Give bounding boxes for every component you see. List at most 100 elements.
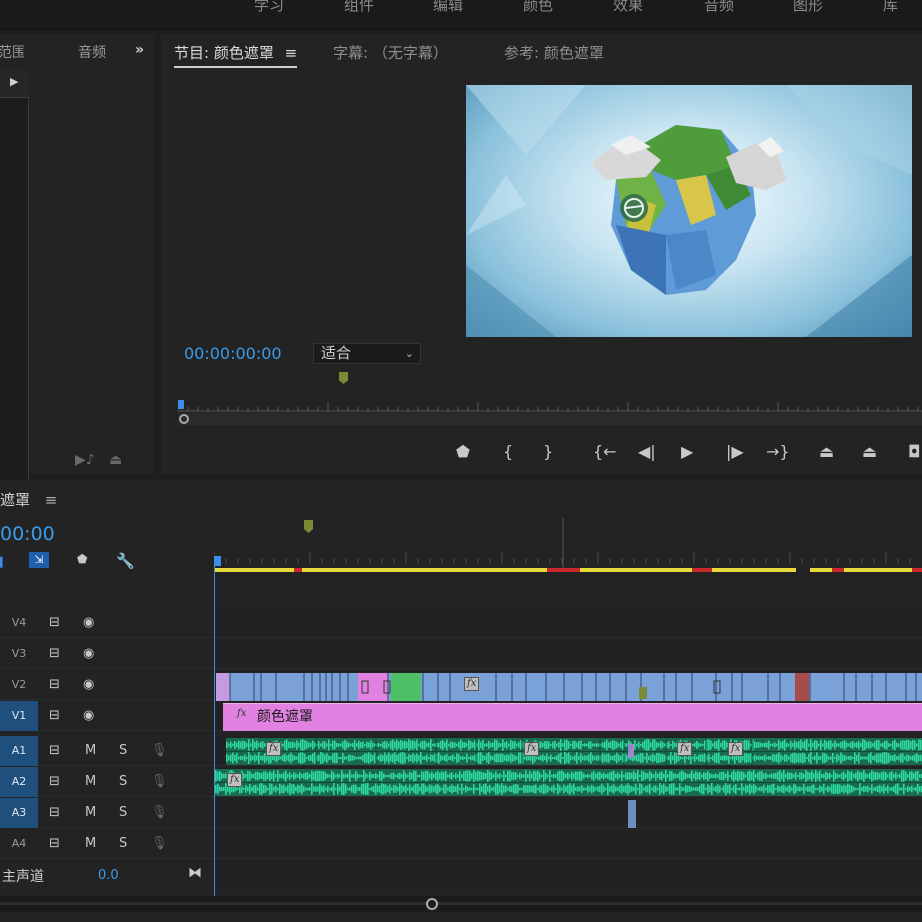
audio-clip-a3[interactable] (628, 800, 636, 828)
microphone-icon[interactable]: 🎙 (151, 836, 168, 851)
sync-lock-icon[interactable]: ⊟ (49, 836, 60, 851)
fx-badge[interactable]: fx (728, 742, 744, 756)
expand-arrow-icon[interactable]: ▶ (10, 75, 18, 88)
fx-badge[interactable]: fx (266, 742, 282, 756)
solo-button[interactable]: S (119, 774, 127, 789)
mute-button[interactable]: M (85, 836, 96, 851)
track-name-v3[interactable]: V3 (0, 639, 38, 669)
microphone-icon[interactable]: 🎙 (151, 805, 168, 820)
step-forward-icon[interactable]: |▶ (726, 442, 744, 461)
video-clip-strip[interactable]: fx (216, 673, 922, 702)
marker-icon[interactable]: ⬟ (456, 442, 470, 461)
solo-button[interactable]: S (119, 743, 127, 758)
sync-lock-icon[interactable]: ⊟ (49, 646, 60, 661)
panel-menu-icon[interactable]: ≡ (285, 44, 298, 62)
sync-lock-icon[interactable]: ⊟ (49, 774, 60, 789)
snap-icon[interactable]: ◖ (0, 552, 4, 570)
snap-to-end-icon[interactable]: ⧓ (188, 865, 202, 881)
workspace-tab-effects[interactable]: 效果 (613, 0, 643, 15)
eye-icon[interactable]: ◉ (83, 646, 94, 661)
program-ruler[interactable] (178, 400, 922, 412)
microphone-icon[interactable]: 🎙 (151, 774, 168, 789)
audio-clip-a1[interactable]: fx fx fx fx (226, 738, 922, 765)
tab-reference[interactable]: 参考: 颜色遮罩 (504, 42, 604, 63)
panel-tab-scopes[interactable]: 范围 (0, 42, 24, 62)
workspace-tab-editing[interactable]: 编辑 (433, 0, 463, 15)
eye-icon[interactable]: ◉ (83, 708, 94, 723)
lane-a1[interactable]: fx fx fx fx (214, 736, 922, 766)
track-name-a3[interactable]: A3 (0, 798, 38, 828)
playhead[interactable] (214, 560, 215, 898)
video-preview[interactable] (466, 85, 912, 337)
settings-icon[interactable]: 🔧 (116, 552, 135, 570)
master-volume-value[interactable]: 0.0 (98, 868, 119, 883)
workspace-tab-libraries[interactable]: 库 (883, 0, 898, 15)
sync-lock-icon[interactable]: ⊟ (49, 677, 60, 692)
tab-program[interactable]: 节目: 颜色遮罩 ≡ (174, 42, 298, 68)
lane-a4[interactable] (214, 829, 922, 859)
eye-icon[interactable]: ◉ (83, 615, 94, 630)
fx-badge[interactable]: fx (235, 708, 248, 720)
workspace-tab-learn[interactable]: 学习 (254, 0, 284, 15)
sync-lock-icon[interactable]: ⊟ (49, 805, 60, 820)
add-marker-icon[interactable]: ⬟ (77, 552, 87, 566)
linked-selection-icon[interactable]: ⇲ (29, 552, 49, 568)
play-icon[interactable]: ▶ (681, 442, 693, 461)
zoom-select[interactable]: 适合 ⌄ (313, 343, 421, 364)
scroll-handle[interactable] (179, 414, 189, 424)
go-to-out-icon[interactable]: →} (766, 442, 790, 461)
tab-captions[interactable]: 字幕: （无字幕） (333, 42, 448, 63)
track-name-v4[interactable]: V4 (0, 608, 38, 638)
program-marker[interactable] (339, 372, 348, 384)
mute-button[interactable]: M (85, 805, 96, 820)
mute-button[interactable]: M (85, 743, 96, 758)
panel-tab-audio[interactable]: 音频 (78, 42, 106, 62)
panel-overflow-icon[interactable]: » (135, 42, 144, 58)
program-scrollbar[interactable] (178, 413, 922, 425)
color-matte-clip[interactable]: fx 颜色遮罩 (223, 703, 922, 731)
track-name-a4[interactable]: A4 (0, 829, 38, 859)
audio-clip-a2[interactable]: fx (215, 769, 922, 796)
extract-icon[interactable]: ⏏ (862, 442, 877, 461)
lane-v2[interactable]: fx (214, 670, 922, 702)
program-timecode[interactable]: 00:00:00:00 (184, 344, 282, 363)
sync-lock-icon[interactable]: ⊟ (49, 708, 60, 723)
fx-badge[interactable]: fx (524, 742, 540, 756)
lane-a3[interactable] (214, 798, 922, 828)
scroll-handle[interactable] (426, 898, 438, 910)
mute-button[interactable]: M (85, 774, 96, 789)
lane-v4[interactable] (214, 608, 922, 638)
lift-icon[interactable]: ⏏ (819, 442, 834, 461)
track-name-v2[interactable]: V2 (0, 670, 38, 700)
solo-button[interactable]: S (119, 836, 127, 851)
workspace-tab-assembly[interactable]: 组件 (344, 0, 374, 15)
go-to-in-icon[interactable]: {← (593, 442, 617, 461)
timeline-scrollbar[interactable] (0, 896, 922, 912)
fx-badge[interactable]: fx (464, 677, 480, 691)
audio-output-icon[interactable]: ▶♪ (75, 452, 95, 468)
microphone-icon[interactable]: 🎙 (151, 743, 168, 758)
mark-in-icon[interactable]: { (503, 442, 513, 461)
timeline-ruler[interactable] (214, 518, 922, 574)
workspace-tab-graphics[interactable]: 图形 (793, 0, 823, 15)
mark-out-icon[interactable]: } (543, 442, 553, 461)
fx-badge[interactable]: fx (227, 773, 243, 787)
fx-badge[interactable]: fx (677, 742, 693, 756)
eye-icon[interactable]: ◉ (83, 677, 94, 692)
export-frame-icon[interactable]: ◘ (908, 442, 921, 461)
lane-a2[interactable]: fx (214, 767, 922, 797)
workspace-tab-color[interactable]: 颜色 (523, 0, 553, 15)
step-back-icon[interactable]: ◀| (638, 442, 656, 461)
solo-button[interactable]: S (119, 805, 127, 820)
lane-v1[interactable]: fx 颜色遮罩 (214, 701, 922, 731)
sync-lock-icon[interactable]: ⊟ (49, 615, 60, 630)
export-icon[interactable]: ⏏ (109, 452, 122, 468)
timeline-timecode[interactable]: 00:00 (0, 523, 55, 545)
track-name-v1[interactable]: V1 (0, 701, 38, 731)
workspace-tab-audio[interactable]: 音频 (704, 0, 734, 15)
track-name-a1[interactable]: A1 (0, 736, 38, 766)
sync-lock-icon[interactable]: ⊟ (49, 743, 60, 758)
panel-menu-icon[interactable]: ≡ (45, 491, 58, 509)
timeline-title[interactable]: 遮罩 ≡ (0, 489, 57, 510)
track-name-a2[interactable]: A2 (0, 767, 38, 797)
